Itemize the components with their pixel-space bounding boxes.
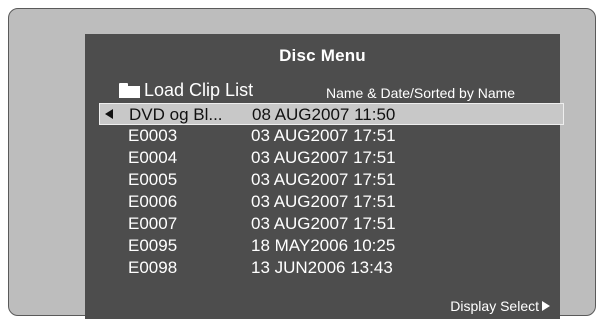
folder-icon — [119, 82, 140, 98]
clip-name: E0003 — [128, 126, 178, 145]
clip-name: E0007 — [128, 214, 178, 233]
clip-row[interactable]: E0006 03 AUG2007 17:51 — [99, 192, 564, 212]
load-clip-list-label: Load Clip List — [144, 80, 254, 100]
device-bezel: Disc Menu Load Clip List Name & Date/Sor… — [8, 8, 596, 319]
clip-name: DVD og Bl... — [129, 105, 223, 124]
clip-name: E0005 — [128, 170, 178, 189]
load-clip-list-item[interactable]: Load Clip List — [119, 81, 253, 99]
clip-row-selected[interactable]: DVD og Bl... 08 AUG2007 11:50 — [99, 103, 564, 125]
display-select-button[interactable]: Display Select — [450, 298, 550, 314]
clip-name: E0098 — [128, 258, 178, 277]
display-select-label: Display Select — [450, 298, 539, 314]
clip-row[interactable]: E0005 03 AUG2007 17:51 — [99, 170, 564, 190]
clip-row[interactable]: E0095 18 MAY2006 10:25 — [99, 236, 564, 256]
clip-date: 03 AUG2007 17:51 — [251, 192, 396, 211]
clip-date: 03 AUG2007 17:51 — [251, 214, 396, 233]
clip-row[interactable]: E0007 03 AUG2007 17:51 — [99, 214, 564, 234]
clip-name: E0006 — [128, 192, 178, 211]
disc-menu-screen: Disc Menu Load Clip List Name & Date/Sor… — [85, 34, 564, 319]
clip-row[interactable]: E0098 13 JUN2006 13:43 — [99, 258, 564, 278]
clip-date: 13 JUN2006 13:43 — [251, 258, 393, 277]
clip-date: 03 AUG2007 17:51 — [251, 148, 396, 167]
clip-date: 03 AUG2007 17:51 — [251, 126, 396, 145]
clip-row[interactable]: E0004 03 AUG2007 17:51 — [99, 148, 564, 168]
selection-arrow-left-icon — [105, 109, 113, 119]
clip-name: E0004 — [128, 148, 178, 167]
sort-info-label: Name & Date/Sorted by Name — [326, 85, 516, 101]
menu-title: Disc Menu — [279, 46, 366, 65]
clip-date: 18 MAY2006 10:25 — [251, 236, 396, 255]
clip-date: 08 AUG2007 11:50 — [252, 105, 396, 124]
clip-date: 03 AUG2007 17:51 — [251, 170, 396, 189]
clip-name: E0095 — [128, 236, 178, 255]
clip-row[interactable]: E0003 03 AUG2007 17:51 — [99, 126, 564, 146]
arrow-right-icon — [542, 301, 550, 311]
